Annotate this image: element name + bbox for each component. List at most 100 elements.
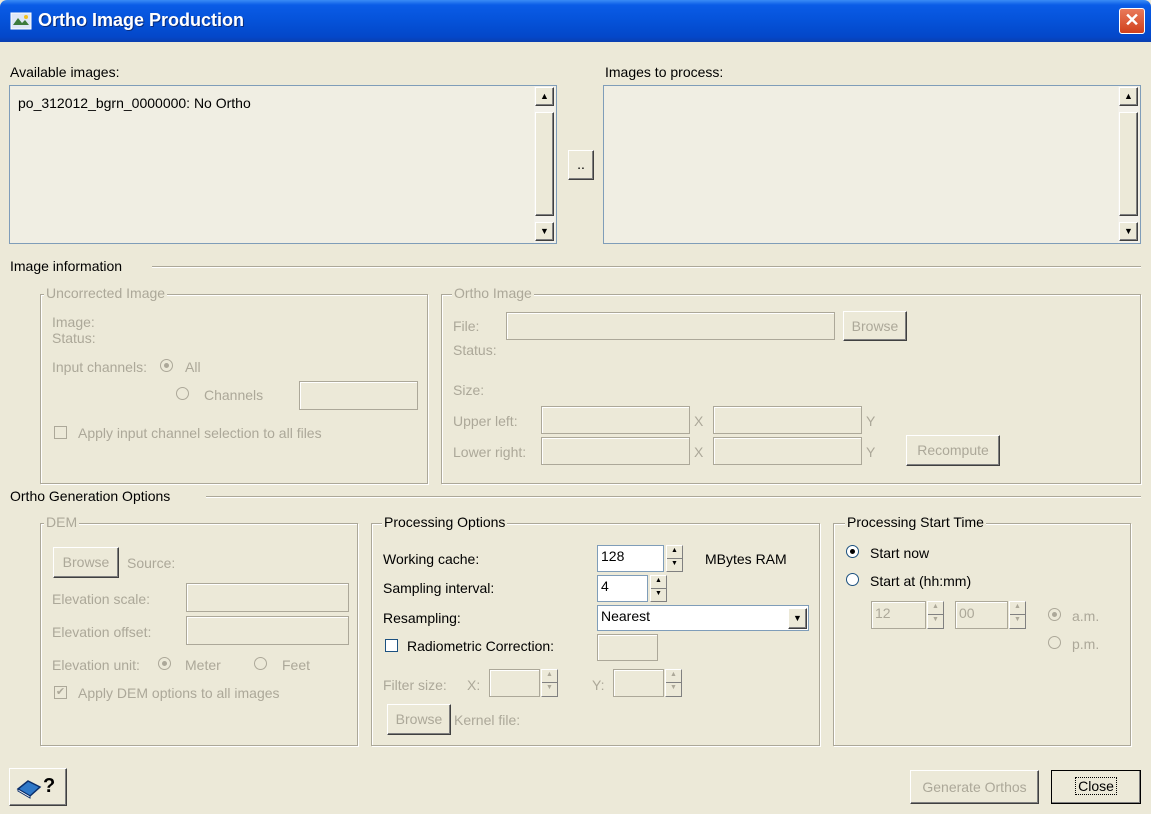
available-scrollbar[interactable]: ▲ ▼ [534, 86, 555, 243]
ortho-browse-button[interactable]: Browse [843, 311, 907, 341]
spin-up-icon[interactable]: ▲ [928, 602, 943, 615]
spin-down-icon[interactable]: ▼ [542, 683, 557, 696]
elevation-offset-input[interactable] [186, 616, 349, 645]
channels-radio[interactable] [176, 387, 189, 400]
pm-label: p.m. [1072, 636, 1100, 652]
process-scrollbar[interactable]: ▲ ▼ [1118, 86, 1139, 243]
move-to-process-button[interactable]: .. [568, 150, 594, 180]
elevation-unit-label: Elevation unit: [52, 657, 140, 673]
minute-spinner[interactable]: ▲ ▼ [1009, 601, 1026, 629]
dem-browse-button[interactable]: Browse [53, 547, 119, 578]
close-window-button[interactable]: ✕ [1119, 8, 1145, 34]
spin-down-icon[interactable]: ▼ [1010, 615, 1025, 628]
ortho-image-legend: Ortho Image [452, 285, 534, 301]
working-cache-input[interactable]: 128 [597, 545, 664, 572]
available-images-list[interactable]: po_312012_bgrn_0000000: No Ortho [9, 85, 557, 244]
processing-options-legend: Processing Options [382, 514, 508, 530]
lower-right-x-input[interactable] [541, 437, 690, 465]
recompute-button[interactable]: Recompute [906, 435, 1000, 466]
close-icon: ✕ [1124, 10, 1140, 30]
spin-down-icon[interactable]: ▼ [928, 615, 943, 628]
upper-left-x-input[interactable] [541, 406, 690, 434]
chevron-down-icon[interactable]: ▼ [788, 608, 807, 629]
start-now-radio[interactable] [846, 545, 859, 558]
processing-start-time-legend: Processing Start Time [845, 514, 986, 530]
window-title: Ortho Image Production [38, 10, 245, 30]
minute-input[interactable]: 00 [955, 601, 1008, 629]
sampling-interval-label: Sampling interval: [383, 580, 495, 596]
help-button[interactable]: ? [9, 768, 67, 806]
apply-channel-selection-label: Apply input channel selection to all fil… [78, 425, 322, 441]
radiometric-correction-checkbox[interactable] [385, 639, 398, 652]
apply-channel-selection-checkbox[interactable] [54, 426, 67, 439]
am-radio[interactable] [1048, 608, 1061, 621]
radiometric-input[interactable] [597, 634, 658, 661]
apply-dem-checkbox[interactable]: ✔ [54, 686, 67, 699]
spin-down-icon[interactable]: ▼ [666, 683, 681, 696]
kernel-browse-button[interactable]: Browse [387, 704, 451, 735]
scroll-down-button[interactable]: ▼ [1119, 222, 1138, 241]
spin-down-icon[interactable]: ▼ [667, 559, 682, 572]
upper-left-label: Upper left: [453, 413, 518, 429]
resampling-label: Resampling: [383, 610, 461, 626]
section-divider [206, 496, 1141, 498]
scroll-thumb[interactable] [535, 112, 554, 216]
app-icon [10, 12, 32, 30]
uncorrected-image-legend: Uncorrected Image [44, 285, 168, 301]
arrow-down-icon: ▼ [1124, 226, 1133, 236]
status-label: Status: [52, 330, 96, 346]
spin-up-icon[interactable]: ▲ [667, 546, 682, 559]
scroll-up-button[interactable]: ▲ [535, 87, 554, 106]
file-label: File: [453, 318, 480, 334]
spin-down-icon[interactable]: ▼ [651, 589, 666, 602]
scroll-up-button[interactable]: ▲ [1119, 87, 1138, 106]
close-button[interactable]: Close [1051, 770, 1141, 804]
spin-up-icon[interactable]: ▲ [651, 576, 666, 589]
am-label: a.m. [1072, 608, 1100, 624]
arrow-down-icon: ▼ [540, 226, 549, 236]
spin-up-icon[interactable]: ▲ [1010, 602, 1025, 615]
apply-dem-label: Apply DEM options to all images [78, 685, 280, 701]
scroll-down-button[interactable]: ▼ [535, 222, 554, 241]
all-channels-radio[interactable] [160, 359, 173, 372]
working-cache-spinner[interactable]: ▲ ▼ [666, 545, 683, 572]
upper-left-x-label: X [694, 413, 704, 429]
lower-right-label: Lower right: [453, 444, 527, 460]
image-label: Image: [52, 314, 95, 330]
spin-up-icon[interactable]: ▲ [542, 670, 557, 683]
meter-radio[interactable] [158, 657, 171, 670]
lower-right-y-input[interactable] [713, 437, 862, 465]
radiometric-correction-label: Radiometric Correction: [407, 638, 555, 654]
elevation-scale-input[interactable] [186, 583, 349, 612]
hour-input[interactable]: 12 [871, 601, 926, 629]
list-item[interactable]: po_312012_bgrn_0000000: No Ortho [10, 86, 556, 111]
feet-radio[interactable] [254, 657, 267, 670]
generate-orthos-button[interactable]: Generate Orthos [910, 770, 1039, 804]
start-at-radio[interactable] [846, 573, 859, 586]
hour-spinner[interactable]: ▲ ▼ [927, 601, 944, 629]
channels-input[interactable] [299, 381, 418, 410]
dem-source-label: Source: [127, 555, 176, 571]
ortho-file-input[interactable] [506, 312, 835, 340]
spin-up-icon[interactable]: ▲ [666, 670, 681, 683]
images-to-process-label: Images to process: [605, 64, 724, 80]
sampling-interval-spinner[interactable]: ▲ ▼ [650, 575, 667, 602]
scroll-thumb[interactable] [1119, 112, 1138, 216]
filter-x-spinner[interactable]: ▲ ▼ [541, 669, 558, 697]
upper-left-y-input[interactable] [713, 406, 862, 434]
filter-y-input[interactable] [613, 669, 664, 697]
working-cache-label: Working cache: [383, 551, 480, 567]
start-now-label: Start now [870, 545, 930, 561]
section-divider [152, 266, 1141, 268]
lower-right-x-label: X [694, 444, 704, 460]
resampling-select[interactable]: Nearest [597, 605, 809, 631]
book-icon [16, 780, 42, 799]
sampling-interval-input[interactable]: 4 [597, 575, 648, 602]
filter-x-input[interactable] [489, 669, 540, 697]
pm-radio[interactable] [1048, 636, 1061, 649]
filter-x-label: X: [467, 677, 481, 693]
images-to-process-list[interactable] [603, 85, 1141, 244]
filter-y-spinner[interactable]: ▲ ▼ [665, 669, 682, 697]
size-label: Size: [453, 382, 485, 398]
elevation-offset-label: Elevation offset: [52, 624, 152, 640]
